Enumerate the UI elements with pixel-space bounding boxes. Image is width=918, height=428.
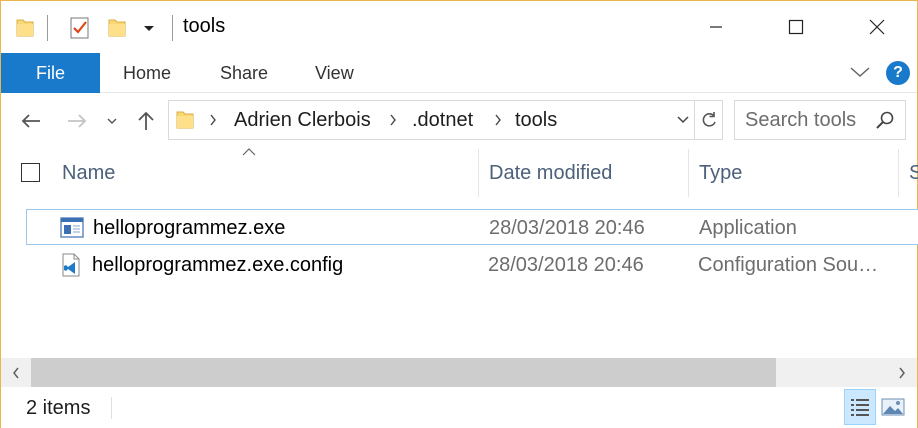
sort-ascending-icon <box>242 145 256 159</box>
search-input[interactable] <box>735 101 875 139</box>
select-all-checkbox[interactable] <box>21 163 40 182</box>
large-icons-view-button[interactable] <box>877 389 909 425</box>
expand-ribbon-icon[interactable] <box>849 65 871 84</box>
help-button[interactable]: ? <box>886 61 910 85</box>
status-bar: 2 items <box>1 387 917 428</box>
folder-icon <box>15 15 35 41</box>
large-icons-view-icon <box>881 398 905 416</box>
title-bar: tools <box>1 1 917 53</box>
column-date-modified[interactable]: Date modified <box>479 149 689 197</box>
file-name: helloprogrammez.exe <box>93 216 286 239</box>
new-folder-icon[interactable] <box>107 15 127 41</box>
forward-arrow-icon <box>68 114 87 128</box>
details-view-icon <box>851 399 869 416</box>
column-size[interactable]: S <box>899 149 918 197</box>
chevron-down-icon <box>107 118 117 124</box>
tab-home[interactable]: Home <box>123 53 171 93</box>
close-icon <box>869 19 885 35</box>
column-header: Name Date modified Type S <box>1 149 918 197</box>
item-count: 2 items <box>26 397 91 419</box>
scroll-left-icon[interactable] <box>1 358 31 387</box>
column-name[interactable]: Name <box>52 149 479 197</box>
breadcrumb-chevron-icon[interactable] <box>494 101 502 139</box>
properties-icon[interactable] <box>69 15 91 41</box>
vscode-config-icon <box>62 253 80 277</box>
file-date-modified: 28/03/2018 20:46 <box>489 216 645 239</box>
search-box[interactable] <box>734 100 906 140</box>
file-date-modified: 28/03/2018 20:46 <box>488 253 644 276</box>
folder-icon <box>175 109 195 136</box>
ribbon: File Home Share View ? <box>1 53 917 93</box>
search-icon[interactable] <box>875 110 895 130</box>
file-name: helloprogrammez.exe.config <box>92 253 344 276</box>
tab-file[interactable]: File <box>1 53 100 93</box>
file-type: Configuration Sou… <box>698 253 879 276</box>
close-button[interactable] <box>854 7 900 47</box>
up-arrow-icon <box>138 111 154 130</box>
explorer-window: tools File Home Share View ? Adrien Cler… <box>0 0 918 428</box>
file-type: Application <box>699 216 797 239</box>
up-button[interactable] <box>133 103 159 139</box>
back-button[interactable] <box>17 103 45 139</box>
file-row[interactable]: helloprogrammez.exe 28/03/2018 20:46 App… <box>26 209 918 245</box>
minimize-icon <box>710 26 722 28</box>
back-arrow-icon <box>21 114 40 128</box>
column-type[interactable]: Type <box>689 149 899 197</box>
breadcrumb-item[interactable]: tools <box>515 101 557 139</box>
application-icon <box>60 217 84 238</box>
recent-locations-button[interactable] <box>104 103 120 139</box>
window-title: tools <box>183 15 226 37</box>
file-row[interactable]: helloprogrammez.exe.config 28/03/2018 20… <box>26 247 918 283</box>
refresh-icon <box>702 112 716 127</box>
maximize-button[interactable] <box>773 7 819 47</box>
title-separator <box>172 15 173 41</box>
breadcrumb-item[interactable]: Adrien Clerbois <box>234 101 371 139</box>
tab-view[interactable]: View <box>315 53 354 93</box>
breadcrumb-chevron-icon[interactable] <box>209 101 217 139</box>
status-separator <box>111 397 112 419</box>
address-dropdown-icon[interactable] <box>672 101 694 139</box>
customize-dropdown-icon[interactable] <box>143 15 155 41</box>
minimize-button[interactable] <box>693 7 739 47</box>
quick-access-separator <box>47 15 48 41</box>
horizontal-scrollbar[interactable] <box>1 358 917 387</box>
details-view-button[interactable] <box>844 389 876 425</box>
tab-share[interactable]: Share <box>220 53 268 93</box>
refresh-button[interactable] <box>695 100 723 140</box>
scroll-right-icon[interactable] <box>887 358 917 387</box>
breadcrumb-chevron-icon[interactable] <box>389 101 397 139</box>
maximize-icon <box>788 19 804 35</box>
forward-button[interactable] <box>63 103 91 139</box>
scrollbar-thumb[interactable] <box>31 358 776 387</box>
breadcrumb-item[interactable]: .dotnet <box>412 101 473 139</box>
address-bar[interactable]: Adrien Clerbois .dotnet tools <box>168 100 695 140</box>
